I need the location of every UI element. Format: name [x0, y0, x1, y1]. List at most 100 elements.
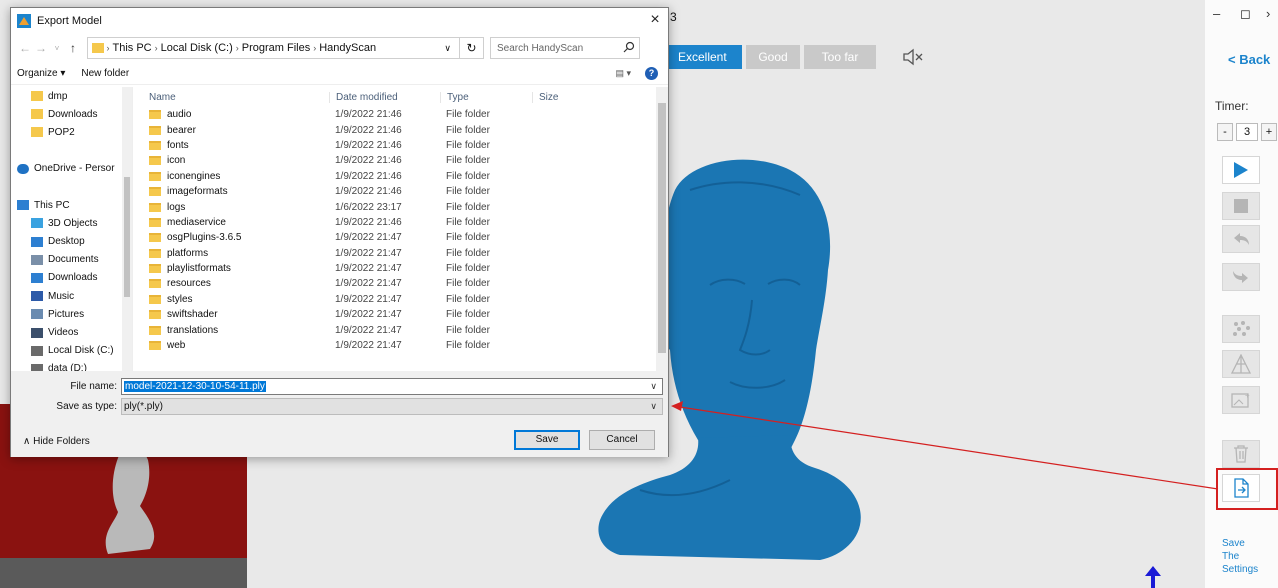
file-row[interactable]: fonts 1/9/2022 21:46 File folder	[133, 138, 668, 153]
search-placeholder: Search HandyScan	[497, 42, 584, 54]
breadcrumb-local-disk[interactable]: Local Disk (C:)	[161, 42, 233, 54]
folder-icon	[149, 171, 161, 181]
view-options-icon[interactable]: ▤ ▾	[615, 68, 631, 79]
back-arrow-icon[interactable]: ←	[17, 41, 33, 55]
nav-item[interactable]: POP2	[11, 123, 132, 141]
cloud-icon	[17, 163, 29, 174]
nav-item[interactable]: Downloads	[11, 269, 132, 287]
nav-item[interactable]: This PC	[11, 196, 132, 214]
save-type-select[interactable]: ply(*.ply) ∨	[121, 397, 663, 415]
recent-dropdown-icon[interactable]: ˅	[49, 44, 65, 53]
stop-button[interactable]	[1222, 192, 1260, 220]
quality-good[interactable]: Good	[746, 45, 800, 69]
nav-item[interactable]: Videos	[11, 323, 132, 341]
file-name-text: iconengines	[167, 170, 221, 182]
file-row[interactable]: platforms 1/9/2022 21:47 File folder	[133, 246, 668, 261]
forward-arrow-icon[interactable]: →	[33, 41, 49, 55]
play-button[interactable]	[1222, 156, 1260, 184]
file-row[interactable]: styles 1/9/2022 21:47 File folder	[133, 292, 668, 307]
address-bar[interactable]: › This PC › Local Disk (C:) › Program Fi…	[87, 37, 460, 59]
redo-button[interactable]	[1222, 263, 1260, 291]
column-header-date[interactable]: Date modified	[329, 91, 440, 103]
nav-item[interactable]: dmp	[11, 87, 132, 105]
hide-folders-button[interactable]: ∧ Hide Folders	[23, 436, 90, 447]
stop-icon	[1234, 199, 1248, 213]
dialog-titlebar[interactable]: Export Model ×	[11, 8, 668, 33]
timer-value[interactable]: 3	[1236, 123, 1258, 141]
chevron-down-icon[interactable]: ∨	[444, 43, 451, 54]
refresh-button[interactable]: ↻	[460, 37, 484, 59]
file-row[interactable]: swiftshader 1/9/2022 21:47 File folder	[133, 307, 668, 322]
file-list-header: Name Date modified Type Size	[133, 87, 668, 107]
texture-button[interactable]: +	[1222, 386, 1260, 414]
nav-item[interactable]: Music	[11, 287, 132, 305]
file-name-text: resources	[167, 278, 211, 290]
file-row[interactable]: web 1/9/2022 21:47 File folder	[133, 338, 668, 353]
chevron-right-icon: ›	[154, 43, 158, 53]
organize-menu[interactable]: Organize ▾	[17, 68, 65, 79]
timer-increment-button[interactable]: +	[1261, 123, 1277, 141]
chevron-down-icon[interactable]: ∨	[650, 401, 657, 412]
file-name-text: web	[167, 340, 186, 352]
file-type-cell: File folder	[446, 278, 490, 290]
breadcrumb-this-pc[interactable]: This PC	[113, 42, 152, 54]
up-arrow-icon[interactable]: ↑	[65, 41, 81, 55]
delete-button[interactable]	[1222, 440, 1260, 468]
mute-icon[interactable]	[902, 47, 924, 67]
timer-decrement-button[interactable]: -	[1217, 123, 1233, 141]
close-window-button[interactable]: ›	[1266, 6, 1270, 21]
file-scrollbar[interactable]	[656, 87, 668, 371]
breadcrumb-handyscan[interactable]: HandyScan	[319, 42, 376, 54]
quality-too-far[interactable]: Too far	[804, 45, 876, 69]
dialog-close-button[interactable]: ×	[645, 12, 665, 30]
breadcrumb-program-files[interactable]: Program Files	[242, 42, 310, 54]
nav-item[interactable]: OneDrive - Persor	[11, 160, 132, 178]
nav-item[interactable]: Local Disk (C:)	[11, 342, 132, 360]
file-row[interactable]: playlistformats 1/9/2022 21:47 File folder	[133, 261, 668, 276]
folder-icon	[149, 125, 161, 135]
folder-icon	[31, 127, 43, 138]
nav-item[interactable]: Documents	[11, 251, 132, 269]
nav-item[interactable]: 3D Objects	[11, 214, 132, 232]
file-row[interactable]: resources 1/9/2022 21:47 File folder	[133, 276, 668, 291]
file-row[interactable]: icon 1/9/2022 21:46 File folder	[133, 153, 668, 168]
save-button[interactable]: Save	[514, 430, 580, 450]
file-row[interactable]: mediaservice 1/9/2022 21:46 File folder	[133, 215, 668, 230]
minimize-button[interactable]: –	[1213, 6, 1220, 21]
point-cloud-button[interactable]	[1222, 315, 1260, 343]
file-scroll-thumb[interactable]	[658, 103, 666, 353]
file-row[interactable]: osgPlugins-3.6.5 1/9/2022 21:47 File folde…	[133, 230, 668, 245]
column-header-name[interactable]: Name	[133, 92, 329, 103]
nav-item[interactable]: data (D:)	[11, 360, 132, 371]
chevron-down-icon[interactable]: ∨	[650, 381, 657, 392]
file-row[interactable]: bearer 1/9/2022 21:46 File folder	[133, 122, 668, 137]
nav-item-label: Videos	[48, 327, 79, 339]
undo-button[interactable]	[1222, 225, 1260, 253]
column-header-type[interactable]: Type	[440, 91, 532, 103]
save-settings-line-2: The Settings	[1222, 551, 1259, 575]
save-settings-link[interactable]: Save The Settings	[1222, 537, 1278, 576]
help-icon[interactable]: ?	[645, 67, 658, 80]
file-row[interactable]: imageformats 1/9/2022 21:46 File folder	[133, 184, 668, 199]
maximize-button[interactable]: ◻	[1240, 6, 1251, 22]
file-row[interactable]: translations 1/9/2022 21:47 File folder	[133, 322, 668, 337]
mesh-button[interactable]	[1222, 350, 1260, 378]
nav-item[interactable]: Desktop	[11, 233, 132, 251]
nav-item[interactable]: Downloads	[11, 105, 132, 123]
folder-icon	[149, 140, 161, 150]
file-name-field[interactable]: model-2021-12-30-10-54-11.ply ∨	[121, 377, 663, 395]
nav-scroll-thumb[interactable]	[124, 177, 130, 297]
file-row[interactable]: audio 1/9/2022 21:46 File folder	[133, 107, 668, 122]
column-header-size[interactable]: Size	[532, 91, 612, 103]
nav-item[interactable]: Pictures	[11, 305, 132, 323]
quality-excellent[interactable]: Excellent	[668, 45, 742, 69]
cancel-button[interactable]: Cancel	[589, 430, 655, 450]
back-button[interactable]: < Back	[1228, 52, 1270, 67]
file-row[interactable]: iconengines 1/9/2022 21:46 File folder	[133, 169, 668, 184]
disk2-icon	[31, 363, 43, 371]
new-folder-button[interactable]: New folder	[81, 68, 129, 79]
nav-scrollbar[interactable]	[122, 87, 132, 371]
search-input[interactable]: Search HandyScan	[490, 37, 640, 59]
navigation-bar: ← → ˅ ↑ › This PC › Local Disk (C:) › Pr…	[11, 33, 668, 63]
file-row[interactable]: logs 1/6/2022 23:17 File folder	[133, 199, 668, 214]
